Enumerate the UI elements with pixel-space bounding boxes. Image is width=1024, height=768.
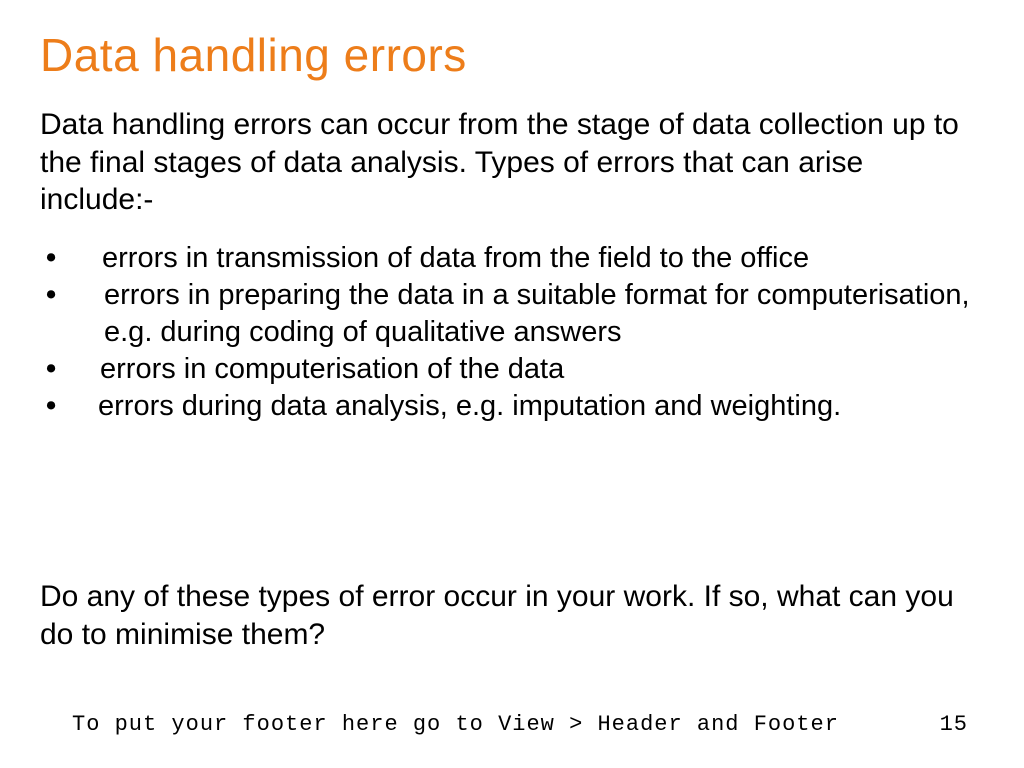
- page-number: 15: [940, 712, 968, 737]
- intro-paragraph: Data handling errors can occur from the …: [40, 106, 970, 219]
- list-item-text: errors in transmission of data from the …: [98, 240, 970, 277]
- bullet-icon: •: [40, 351, 98, 388]
- bullet-list: • errors in transmission of data from th…: [40, 240, 970, 426]
- slide: Data handling errors Data handling error…: [0, 0, 1024, 768]
- list-item: • errors during data analysis, e.g. impu…: [40, 388, 970, 425]
- list-item-text: errors in computerisation of the data: [98, 351, 970, 388]
- closing-question: Do any of these types of error occur in …: [40, 578, 970, 655]
- list-item: • errors in preparing the data in a suit…: [40, 277, 970, 351]
- list-item: • errors in transmission of data from th…: [40, 240, 970, 277]
- bullet-icon: •: [40, 277, 98, 314]
- slide-title: Data handling errors: [40, 28, 467, 82]
- list-item: • errors in computerisation of the data: [40, 351, 970, 388]
- bullet-icon: •: [40, 240, 98, 277]
- list-item-text: errors during data analysis, e.g. imputa…: [98, 388, 970, 425]
- bullet-icon: •: [40, 388, 98, 425]
- footer-text: To put your footer here go to View > Hea…: [72, 712, 839, 737]
- list-item-text: errors in preparing the data in a suitab…: [98, 277, 970, 351]
